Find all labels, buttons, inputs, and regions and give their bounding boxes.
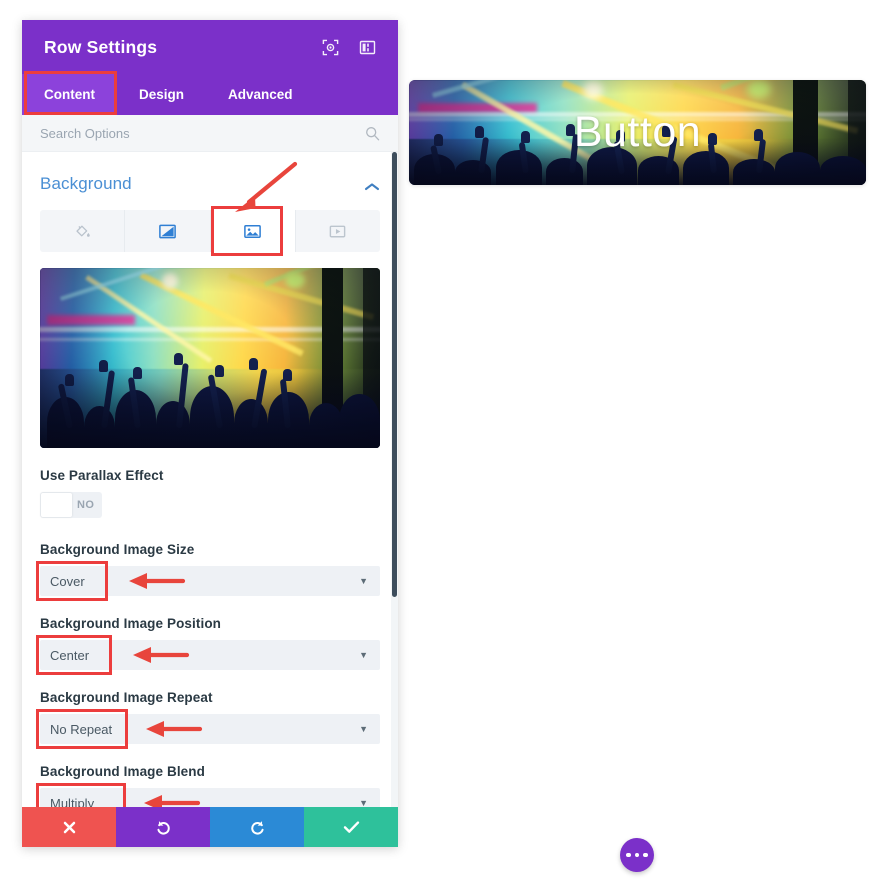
panel-scroll-body: Background Use Parallax Effect NO Backgr… [22, 152, 398, 807]
field-background-image-size: Background Image Size Cover ▼ [36, 542, 380, 601]
background-color-tab[interactable] [40, 210, 126, 252]
background-type-tabs [40, 210, 380, 252]
titlebar-icon-group [322, 39, 376, 56]
chevron-down-icon: ▼ [359, 798, 368, 807]
bg-image-blend-value: Multiply [50, 795, 95, 808]
bg-image-repeat-select[interactable]: No Repeat ▼ [40, 714, 380, 744]
search-options-bar[interactable]: Search Options [22, 115, 398, 152]
field-use-parallax-effect: Use Parallax Effect NO [40, 468, 380, 522]
redo-arrow-icon [249, 819, 266, 836]
bg-image-size-value: Cover [50, 573, 85, 589]
row-settings-panel: Row Settings Content Design Advanced Sea… [22, 20, 398, 847]
redo-button[interactable] [210, 807, 304, 847]
panel-footer-actions [22, 807, 398, 847]
undo-button[interactable] [116, 807, 210, 847]
concert-image-small [40, 268, 380, 448]
field-background-image-repeat: Background Image Repeat No Repeat ▼ [36, 690, 380, 749]
toggle-knob [41, 493, 72, 517]
cancel-button[interactable] [22, 807, 116, 847]
paint-bucket-icon [74, 223, 91, 240]
field-label-bg-image-repeat: Background Image Repeat [40, 690, 213, 705]
chevron-down-icon: ▼ [359, 650, 368, 660]
field-label-bg-image-size: Background Image Size [40, 542, 195, 557]
ellipsis-dot [626, 852, 631, 858]
background-image-tab[interactable] [210, 210, 296, 252]
ellipsis-dot [643, 852, 648, 858]
background-section-header[interactable]: Background [40, 152, 380, 206]
field-label-use-parallax: Use Parallax Effect [40, 468, 164, 483]
layout-columns-icon[interactable] [359, 39, 376, 56]
panel-scrollbar-thumb[interactable] [392, 152, 397, 597]
gradient-icon [158, 222, 177, 241]
chevron-down-icon: ▼ [359, 724, 368, 734]
undo-arrow-icon [155, 819, 172, 836]
bg-image-blend-select[interactable]: Multiply ▼ [40, 788, 380, 807]
search-icon[interactable] [365, 126, 380, 141]
section-title: Background [40, 174, 132, 193]
background-gradient-tab[interactable] [125, 210, 211, 252]
chevron-up-icon[interactable] [364, 179, 380, 191]
save-button[interactable] [304, 807, 398, 847]
chevron-down-icon: ▼ [359, 576, 368, 586]
background-video-tab[interactable] [296, 210, 380, 252]
tab-content-label: Content [44, 87, 95, 102]
row-button-preview[interactable]: Button [409, 80, 866, 185]
bg-image-size-select[interactable]: Cover ▼ [40, 566, 380, 596]
background-image-preview[interactable] [40, 268, 380, 448]
ellipsis-dot [634, 852, 640, 858]
close-x-icon [62, 820, 77, 835]
focus-target-icon[interactable] [322, 39, 339, 56]
tab-design[interactable]: Design [117, 74, 206, 115]
tab-design-label: Design [139, 87, 185, 102]
tab-advanced[interactable]: Advanced [206, 74, 315, 115]
checkmark-icon [343, 820, 360, 834]
panel-titlebar: Row Settings [22, 20, 398, 74]
background-type-tabs-wrapper [40, 161, 380, 256]
background-section: Background Use Parallax Effect NO Backgr… [22, 152, 398, 807]
field-background-image-position: Background Image Position Center ▼ [36, 616, 380, 675]
tab-content[interactable]: Content [22, 74, 117, 115]
panel-tab-bar: Content Design Advanced [22, 71, 398, 115]
search-input[interactable]: Search Options [40, 126, 365, 141]
image-icon [243, 222, 262, 241]
page-title: Row Settings [44, 36, 158, 57]
video-icon [328, 222, 347, 241]
ellipsis-icon[interactable] [620, 838, 654, 872]
field-background-image-blend: Background Image Blend Multiply ▼ [36, 764, 380, 807]
bg-image-position-select[interactable]: Center ▼ [40, 640, 380, 670]
parallax-toggle[interactable]: NO [40, 492, 102, 518]
field-label-bg-image-blend: Background Image Blend [40, 764, 205, 779]
preview-button-label: Button [573, 108, 702, 156]
toggle-value: NO [77, 499, 95, 511]
panel-scrollbar-track[interactable] [391, 152, 398, 807]
field-label-bg-image-position: Background Image Position [40, 616, 222, 631]
bg-image-position-value: Center [50, 647, 90, 663]
tab-advanced-label: Advanced [228, 87, 293, 102]
bg-image-repeat-value: No Repeat [50, 721, 113, 737]
